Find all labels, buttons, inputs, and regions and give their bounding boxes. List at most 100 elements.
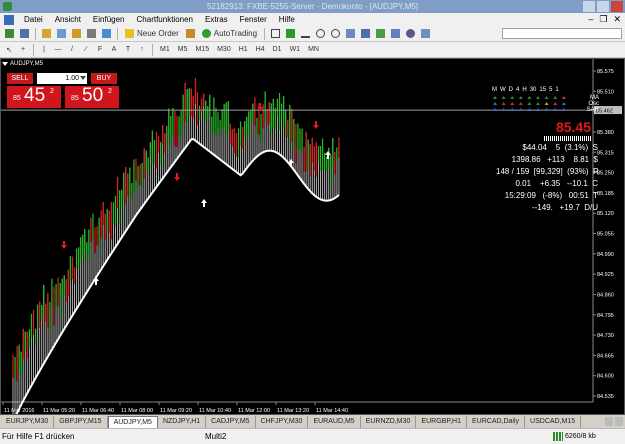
sell-price-box[interactable]: 85 45 2 <box>7 85 61 108</box>
timeframe-w1[interactable]: W1 <box>287 46 304 53</box>
timeframe-h4[interactable]: H4 <box>253 46 268 53</box>
menu-hilfe[interactable]: Hilfe <box>273 13 301 26</box>
menu-datei[interactable]: Datei <box>18 13 49 26</box>
chart-shift-button[interactable] <box>359 27 372 40</box>
sell-price-pips: 45 <box>24 85 46 106</box>
market-watch-button[interactable] <box>40 27 53 40</box>
search-input[interactable] <box>502 28 622 39</box>
tile-windows-button[interactable] <box>344 27 357 40</box>
buy-signal-arrow <box>93 277 99 285</box>
menu-ansicht[interactable]: Ansicht <box>49 13 87 26</box>
sell-price-prefix: 85 <box>13 95 21 102</box>
trend-arrow-icon <box>527 96 532 99</box>
child-window-controls: – ❐ ✕ <box>588 14 621 25</box>
strategy-tester-button[interactable] <box>100 27 113 40</box>
tab-eurnzd-m30[interactable]: EURNZD,M30 <box>361 415 417 428</box>
new-order-button[interactable]: Neue Order <box>122 27 182 40</box>
new-order-icon <box>125 29 134 38</box>
trendline-button[interactable]: / <box>66 43 78 56</box>
child-close-icon[interactable]: ✕ <box>613 14 621 25</box>
tab-usdcad-m15[interactable]: USDCAD,M15 <box>525 415 582 428</box>
autotrading-button[interactable]: AutoTrading <box>199 27 260 40</box>
timeframe-m1[interactable]: M1 <box>157 46 173 53</box>
ind-tf: 5 <box>549 87 553 93</box>
vertical-line-button[interactable]: | <box>38 43 50 56</box>
strategy-tester-icon <box>102 29 111 38</box>
maximize-icon[interactable] <box>597 1 609 12</box>
tab-eurjpy-m30[interactable]: EURJPY,M30 <box>1 415 55 428</box>
data-window-button[interactable] <box>55 27 68 40</box>
timeframe-m15[interactable]: M15 <box>192 46 212 53</box>
lot-size-input[interactable]: 1.00 <box>37 73 87 84</box>
tab-cadjpy-m5[interactable]: CADJPY,M5 <box>206 415 256 428</box>
navigator-button[interactable] <box>70 27 83 40</box>
tab-scroll-left-icon[interactable] <box>605 417 613 426</box>
tab-euraud-m5[interactable]: EURAUD,M5 <box>308 415 361 428</box>
tab-eurcad-daily[interactable]: EURCAD,Daily <box>467 415 526 428</box>
tab-eurgbp-h1[interactable]: EURGBP,H1 <box>416 415 467 428</box>
chart-window-icon <box>4 14 14 25</box>
minimize-icon[interactable] <box>583 1 595 12</box>
tab-gbpjpy-m15[interactable]: GBPJPY,M15 <box>54 415 108 428</box>
timeframe-h1[interactable]: H1 <box>236 46 251 53</box>
line-chart-button[interactable] <box>299 27 312 40</box>
label-button[interactable]: T <box>122 43 134 56</box>
standard-toolbar: Neue Order AutoTrading <box>0 26 625 42</box>
indicators-button[interactable] <box>389 27 402 40</box>
tab-audjpy-m5[interactable]: AUDJPY,M5 <box>107 415 158 428</box>
menu-chartfunktionen[interactable]: Chartfunktionen <box>131 13 199 26</box>
buy-button[interactable]: BUY <box>91 73 117 84</box>
cursor-button[interactable]: ↖ <box>3 43 15 56</box>
terminal-button[interactable] <box>85 27 98 40</box>
new-order-label: Neue Order <box>137 29 179 38</box>
trend-arrow-icon <box>501 96 506 99</box>
bar-chart-button[interactable] <box>269 27 282 40</box>
new-chart-button[interactable] <box>3 27 16 40</box>
zoom-in-button[interactable] <box>314 27 327 40</box>
buy-price-box[interactable]: 85 50 2 <box>65 85 119 108</box>
sell-button[interactable]: SELL <box>7 73 33 84</box>
crosshair-button[interactable]: + <box>17 43 29 56</box>
fibonacci-button[interactable]: F <box>94 43 106 56</box>
zoom-out-button[interactable] <box>329 27 342 40</box>
close-icon[interactable] <box>611 1 623 12</box>
tab-chfjpy-m30[interactable]: CHFJPY,M30 <box>256 415 309 428</box>
status-help-text: Für Hilfe F1 drücken <box>2 432 75 441</box>
time-tick-label: 11 Mar 14:40 <box>316 408 348 414</box>
menu-extras[interactable]: Extras <box>199 13 234 26</box>
metaeditor-button[interactable] <box>184 27 197 40</box>
trend-arrow-icon <box>493 96 497 99</box>
horizontal-line-button[interactable]: — <box>52 43 64 56</box>
price-chart[interactable]: 85.57585.51085.44585.38085.31585.25085.1… <box>1 59 624 414</box>
periods-button[interactable] <box>404 27 417 40</box>
candle-chart-icon <box>286 29 296 38</box>
trend-arrow-icon <box>518 96 523 99</box>
menu-einfuegen[interactable]: Einfügen <box>87 13 131 26</box>
timeframe-mn[interactable]: MN <box>305 46 322 53</box>
text-button[interactable]: A <box>108 43 120 56</box>
timeframe-m30[interactable]: M30 <box>214 46 234 53</box>
stats-row: 148 / 159 [99,329] (93%) R <box>496 167 599 176</box>
candle-chart-button[interactable] <box>284 27 297 40</box>
profiles-button[interactable] <box>18 27 31 40</box>
timeframe-m5[interactable]: M5 <box>175 46 191 53</box>
child-restore-icon[interactable]: ❐ <box>599 14 607 25</box>
templates-button[interactable] <box>419 27 432 40</box>
child-minimize-icon[interactable]: – <box>588 14 593 25</box>
tab-scroll-controls <box>605 417 623 426</box>
timeframe-d1[interactable]: D1 <box>270 46 285 53</box>
menu-fenster[interactable]: Fenster <box>234 13 273 26</box>
trend-arrow-icon <box>501 102 506 105</box>
stats-row: 0.01 +6.35 --10.1 C <box>515 179 599 188</box>
chart-window[interactable]: 85.57585.51085.44585.38085.31585.25085.1… <box>0 58 625 415</box>
tab-nzdjpy-h1[interactable]: NZDJPY,H1 <box>158 415 207 428</box>
trend-arrow-icon <box>544 108 549 111</box>
autoscroll-icon <box>376 29 386 38</box>
autoscroll-button[interactable] <box>374 27 387 40</box>
channel-button[interactable]: ∕ <box>80 43 92 56</box>
trend-arrow-icon <box>518 108 523 111</box>
arrows-button[interactable]: ↑ <box>136 43 148 56</box>
one-click-trading-panel: SELL 1.00 BUY 85 45 2 85 50 2 <box>7 73 119 111</box>
tab-scroll-right-icon[interactable] <box>615 417 623 426</box>
trend-arrow-icon <box>553 102 558 105</box>
